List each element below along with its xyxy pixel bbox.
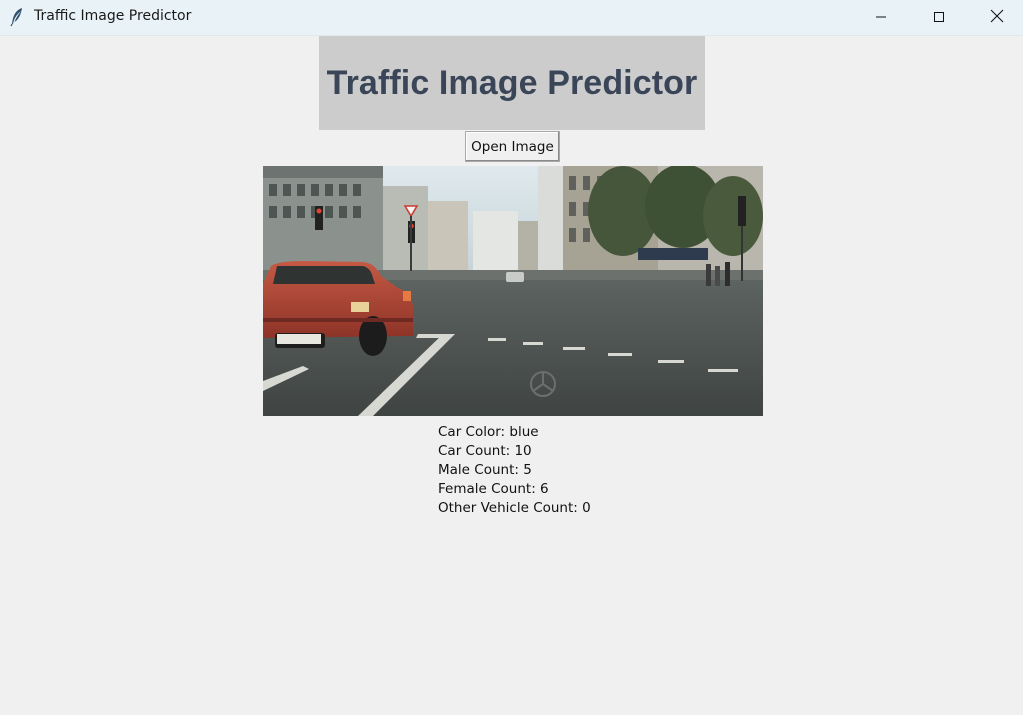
close-icon — [990, 8, 1004, 27]
street-scene-photo — [263, 166, 763, 416]
preview-image — [263, 166, 763, 416]
minimize-icon — [875, 8, 887, 27]
close-button[interactable] — [968, 0, 1023, 34]
prediction-results: Car Color: blue Car Count: 10 Male Count… — [438, 423, 591, 518]
window-title: Traffic Image Predictor — [34, 8, 192, 24]
other-vehicle-count-label: Other Vehicle Count: 0 — [438, 500, 591, 516]
minimize-button[interactable] — [852, 0, 910, 34]
app-window: Traffic Image Predictor Traffic Image Pr… — [0, 0, 1023, 715]
car-count-label: Car Count: 10 — [438, 443, 532, 459]
page-title: Traffic Image Predictor — [326, 63, 698, 102]
title-bar[interactable]: Traffic Image Predictor — [0, 0, 1023, 36]
maximize-button[interactable] — [910, 0, 968, 34]
open-image-button[interactable]: Open Image — [465, 131, 560, 162]
feather-icon — [9, 7, 25, 27]
female-count-label: Female Count: 6 — [438, 481, 549, 497]
car-color-label: Car Color: blue — [438, 424, 539, 440]
male-count-label: Male Count: 5 — [438, 462, 532, 478]
maximize-icon — [933, 8, 945, 27]
header-banner: Traffic Image Predictor — [319, 36, 705, 130]
